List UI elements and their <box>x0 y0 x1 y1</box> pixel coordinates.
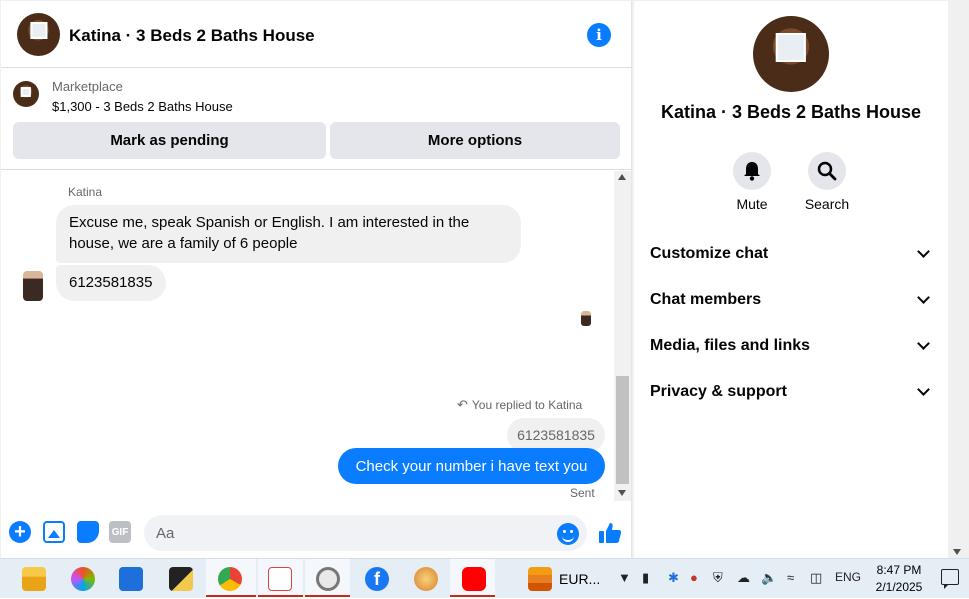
bluetooth-icon[interactable]: ✱ <box>668 570 679 586</box>
marketplace-listing-bar: Marketplace $1,300 - 3 Beds 2 Baths Hous… <box>1 68 632 170</box>
thumbs-up-icon[interactable] <box>598 521 622 545</box>
clock-time: 8:47 PM <box>876 563 922 577</box>
search-label: Search <box>804 196 850 212</box>
plus-icon[interactable]: + <box>9 521 31 543</box>
conversation-details-panel: Katina · 3 Beds 2 Baths House Mute Searc… <box>634 1 948 558</box>
contact-avatar[interactable] <box>17 13 60 56</box>
scroll-up-arrow-icon[interactable] <box>618 174 626 180</box>
message-input[interactable] <box>144 515 587 551</box>
windows-taskbar: f EUR... ▼ ▮ ✱ ● ⛨ ☁ 🔈 ≈ ◫ ENG 8:47 PM 2… <box>0 558 969 599</box>
messenger-window: Katina · 3 Beds 2 Baths House i Marketpl… <box>0 0 969 558</box>
section-label: Chat members <box>650 291 762 308</box>
facebook-icon[interactable]: f <box>365 567 389 591</box>
wifi-icon[interactable]: ≈ <box>787 570 794 585</box>
outgoing-message[interactable]: Check your number i have text you <box>338 448 605 484</box>
snipping-tool-icon[interactable] <box>268 567 292 591</box>
scroll-down-arrow-icon[interactable] <box>953 549 961 555</box>
mute-button[interactable]: Mute <box>722 152 782 212</box>
notification-icon[interactable] <box>941 569 959 589</box>
section-media-files-links[interactable]: Media, files and links <box>650 331 932 361</box>
chat-header: Katina · 3 Beds 2 Baths House i <box>1 1 632 68</box>
volume-icon[interactable]: 🔈 <box>761 570 777 586</box>
contact-large-avatar[interactable] <box>753 16 829 92</box>
incoming-message[interactable]: 6123581835 <box>56 265 166 301</box>
read-receipt-avatar <box>581 311 591 326</box>
chrome-profile-icon[interactable] <box>316 567 340 591</box>
language-indicator[interactable]: ENG <box>835 570 861 584</box>
chevron-down-icon <box>917 337 930 350</box>
section-customize-chat[interactable]: Customize chat <box>650 239 932 269</box>
mute-label: Mute <box>736 196 768 212</box>
battery-status-icon[interactable]: ◫ <box>810 570 822 586</box>
cloud-icon[interactable]: ☁ <box>737 570 750 586</box>
scroll-thumb[interactable] <box>616 376 629 484</box>
sticker-icon[interactable] <box>77 521 99 543</box>
currency-widget-label[interactable]: EUR... <box>559 571 600 587</box>
listing-thumbnail[interactable] <box>13 81 39 107</box>
battery-icon[interactable]: ▮ <box>642 570 649 586</box>
sender-avatar[interactable] <box>23 271 43 301</box>
details-scrollbar[interactable] <box>948 1 969 558</box>
composer-bar: + GIF <box>1 506 632 558</box>
app-running-indicator <box>258 595 303 597</box>
app-running-indicator <box>305 595 350 597</box>
paint-icon[interactable] <box>414 567 438 591</box>
section-label: Media, files and links <box>650 337 811 354</box>
bell-icon[interactable] <box>733 152 771 190</box>
app-running-indicator <box>206 595 256 597</box>
security-shield-icon[interactable]: ⛨ <box>713 570 723 586</box>
gif-icon[interactable]: GIF <box>109 521 131 543</box>
chat-pane: Katina · 3 Beds 2 Baths House i Marketpl… <box>1 1 632 558</box>
copilot-icon[interactable] <box>71 567 95 591</box>
location-icon[interactable]: ▼ <box>618 570 631 585</box>
system-clock[interactable]: 8:47 PM 2/1/2025 <box>869 562 929 596</box>
scroll-down-arrow-icon[interactable] <box>618 490 626 496</box>
search-button[interactable]: Search <box>797 152 857 212</box>
message-status: Sent <box>570 486 595 500</box>
chrome-icon[interactable] <box>218 567 242 591</box>
message-scrollbar[interactable] <box>614 171 631 501</box>
clock-date: 2/1/2025 <box>875 580 923 594</box>
file-explorer-icon[interactable] <box>22 567 46 591</box>
currency-widget-icon[interactable] <box>528 567 552 591</box>
message-list: Katina Excuse me, speak Spanish or Engli… <box>1 171 632 501</box>
youtube-icon[interactable] <box>462 567 486 591</box>
photo-icon[interactable] <box>43 521 65 543</box>
details-title: Katina · 3 Beds 2 Baths House <box>660 102 922 122</box>
reply-indicator-text: You replied to Katina <box>471 398 583 412</box>
listing-title[interactable]: $1,300 - 3 Beds 2 Baths House <box>52 99 233 114</box>
emoji-icon[interactable] <box>557 523 579 545</box>
section-privacy-support[interactable]: Privacy & support <box>650 377 932 407</box>
chevron-down-icon <box>917 291 930 304</box>
chevron-down-icon <box>917 245 930 258</box>
quoted-message[interactable]: 6123581835 <box>507 418 605 452</box>
info-icon[interactable]: i <box>587 23 611 47</box>
search-icon[interactable] <box>808 152 846 190</box>
app-running-indicator <box>450 595 495 597</box>
more-options-button[interactable]: More options <box>330 122 620 159</box>
marketplace-label: Marketplace <box>52 79 123 94</box>
section-label: Customize chat <box>650 245 769 262</box>
mark-as-pending-button[interactable]: Mark as pending <box>13 122 326 159</box>
reply-indicator: ↶ You replied to Katina <box>457 397 582 413</box>
sticky-notes-icon[interactable] <box>169 567 193 591</box>
sender-name: Katina <box>68 185 103 199</box>
microsoft-store-icon[interactable] <box>119 567 143 591</box>
incoming-message[interactable]: Excuse me, speak Spanish or English. I a… <box>56 205 521 263</box>
chat-title[interactable]: Katina · 3 Beds 2 Baths House <box>69 26 315 46</box>
section-label: Privacy & support <box>650 383 787 400</box>
app-tray-icon[interactable]: ● <box>690 570 698 585</box>
section-chat-members[interactable]: Chat members <box>650 285 932 315</box>
chevron-down-icon <box>917 383 930 396</box>
reply-arrow-icon: ↶ <box>457 397 468 412</box>
